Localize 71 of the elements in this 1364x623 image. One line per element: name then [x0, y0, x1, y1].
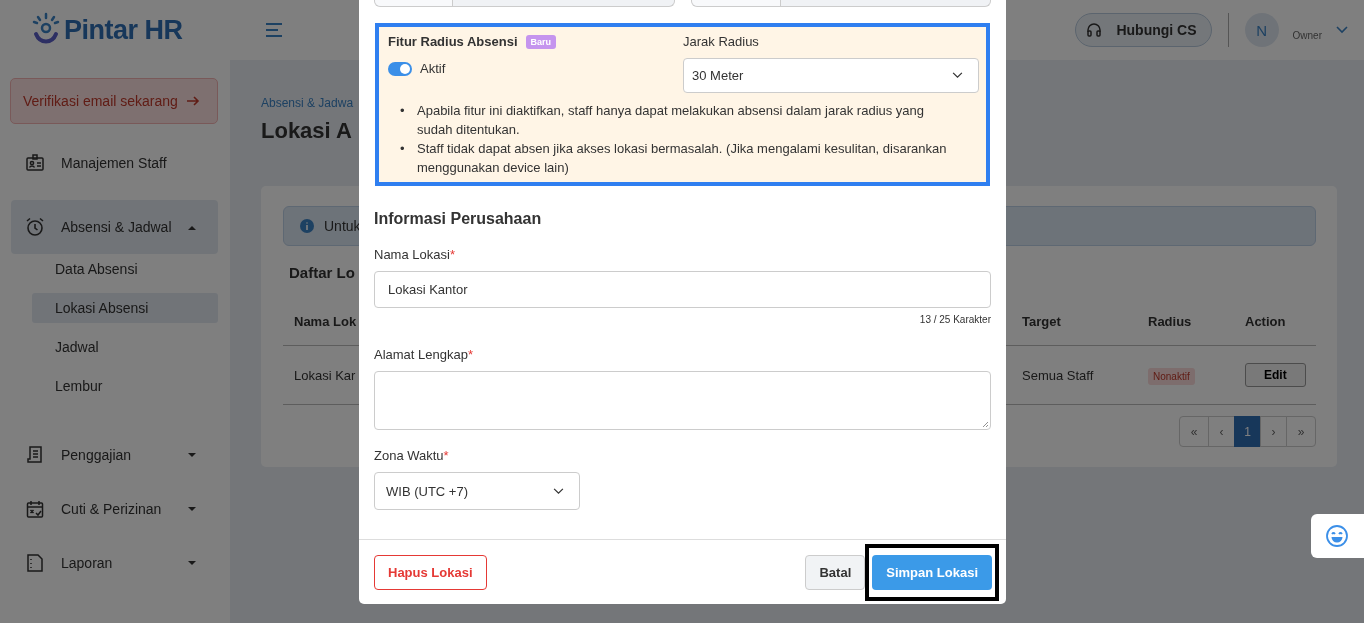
- character-counter: 13 / 25 Karakter: [918, 314, 991, 325]
- verify-email-button[interactable]: Verifikasi email sekarang: [10, 78, 218, 124]
- arrow-right-icon: [185, 94, 200, 108]
- bullet: •: [400, 102, 406, 120]
- alarm-clock-icon: [25, 217, 45, 237]
- toggle-switch[interactable]: [388, 61, 412, 76]
- chevron-down-icon: [952, 72, 963, 79]
- chevron-down-icon[interactable]: [1336, 26, 1348, 34]
- bullet: •: [400, 140, 406, 158]
- info-text: Untuk: [324, 218, 361, 234]
- page-button[interactable]: «: [1179, 416, 1209, 447]
- new-badge: Baru: [525, 34, 557, 49]
- edit-button[interactable]: Edit: [1245, 363, 1306, 387]
- note-text: Staff tidak dapat absen jika akses lokasi bermasalah. (Jika mengalami kesulitan, disarankan menggunakan device lain): [417, 140, 947, 177]
- id-card-icon: [25, 153, 45, 173]
- section-title: Informasi Perusahaan: [374, 210, 543, 228]
- delete-button[interactable]: Hapus Lokasi: [374, 554, 487, 590]
- nav-subitem[interactable]: Data Absensi: [32, 254, 218, 284]
- page-button[interactable]: »: [1286, 416, 1316, 447]
- toggle-label: Aktif: [420, 61, 446, 76]
- field-label: Jarak Radius: [683, 34, 760, 49]
- caret-up-icon: [188, 224, 196, 230]
- column-header: Radius: [1148, 313, 1192, 329]
- document-icon: [25, 553, 45, 573]
- field-label: Alamat Lengkap*: [374, 347, 474, 362]
- table-cell: Semua Staff: [1022, 367, 1094, 383]
- chevron-down-icon: [553, 487, 564, 495]
- chat-widget-button[interactable]: [1311, 514, 1364, 558]
- nav-subitem[interactable]: Lembur: [32, 371, 218, 401]
- page-button[interactable]: 1: [1234, 416, 1261, 447]
- field-label: Nama Lokasi*: [374, 247, 456, 262]
- page-button[interactable]: ‹: [1208, 416, 1235, 447]
- nav-item[interactable]: Laporan: [11, 536, 218, 590]
- note-text: Apabila fitur ini diaktifkan, staff hanya dapat melakukan absensi dalam jarak radius yang sudah ditentukan.: [417, 102, 926, 139]
- menu-icon[interactable]: [265, 23, 283, 37]
- user-role: Owner: [1292, 29, 1322, 41]
- page-button[interactable]: ›: [1260, 416, 1287, 447]
- input-field[interactable]: Lokasi Kantor: [374, 271, 991, 308]
- headset-icon: [1086, 22, 1103, 38]
- receipt-icon: [25, 445, 45, 465]
- nav-subitem[interactable]: Jadwal: [32, 332, 218, 362]
- info-icon: [300, 219, 314, 233]
- nav-subitem[interactable]: Lokasi Absensi: [32, 293, 218, 323]
- breadcrumb[interactable]: Absensi & Jadwa: [261, 96, 354, 110]
- column-header: Nama Lok: [293, 313, 357, 329]
- caret-down-icon: [188, 560, 196, 566]
- nav-item[interactable]: Manajemen Staff: [11, 136, 218, 190]
- smiley-icon: [1325, 524, 1349, 548]
- nav-item[interactable]: Absensi & Jadwal: [11, 200, 218, 254]
- field-label: Zona Waktu*: [374, 448, 450, 463]
- contact-support-button[interactable]: Hubungi CS: [1075, 13, 1212, 47]
- select-field[interactable]: WIB (UTC +7): [374, 472, 580, 510]
- nav-item[interactable]: Penggajian: [11, 428, 218, 482]
- caret-down-icon: [188, 452, 196, 458]
- table-cell-text: Lokasi Kar: [293, 367, 356, 383]
- column-header: Target: [1022, 313, 1061, 329]
- nav-item[interactable]: Cuti & Perizinan: [11, 482, 218, 536]
- list-title: Daftar Lo: [289, 264, 355, 281]
- distance-select[interactable]: 30 Meter: [683, 58, 979, 93]
- logo-text: Pintar HR: [64, 14, 183, 46]
- caret-down-icon: [188, 506, 196, 512]
- column-header: Action: [1245, 313, 1286, 329]
- cancel-button[interactable]: Batal: [805, 554, 866, 590]
- calendar-check-icon: [25, 499, 45, 519]
- save-button[interactable]: Simpan Lokasi: [872, 554, 992, 590]
- page-title: Lokasi A: [261, 118, 352, 144]
- resize-grip-icon: [981, 420, 989, 428]
- status-badge: Nonaktif: [1148, 367, 1195, 385]
- avatar[interactable]: N: [1244, 13, 1279, 47]
- textarea-field[interactable]: [374, 371, 991, 430]
- feature-title: Fitur Radius Absensi: [388, 34, 518, 49]
